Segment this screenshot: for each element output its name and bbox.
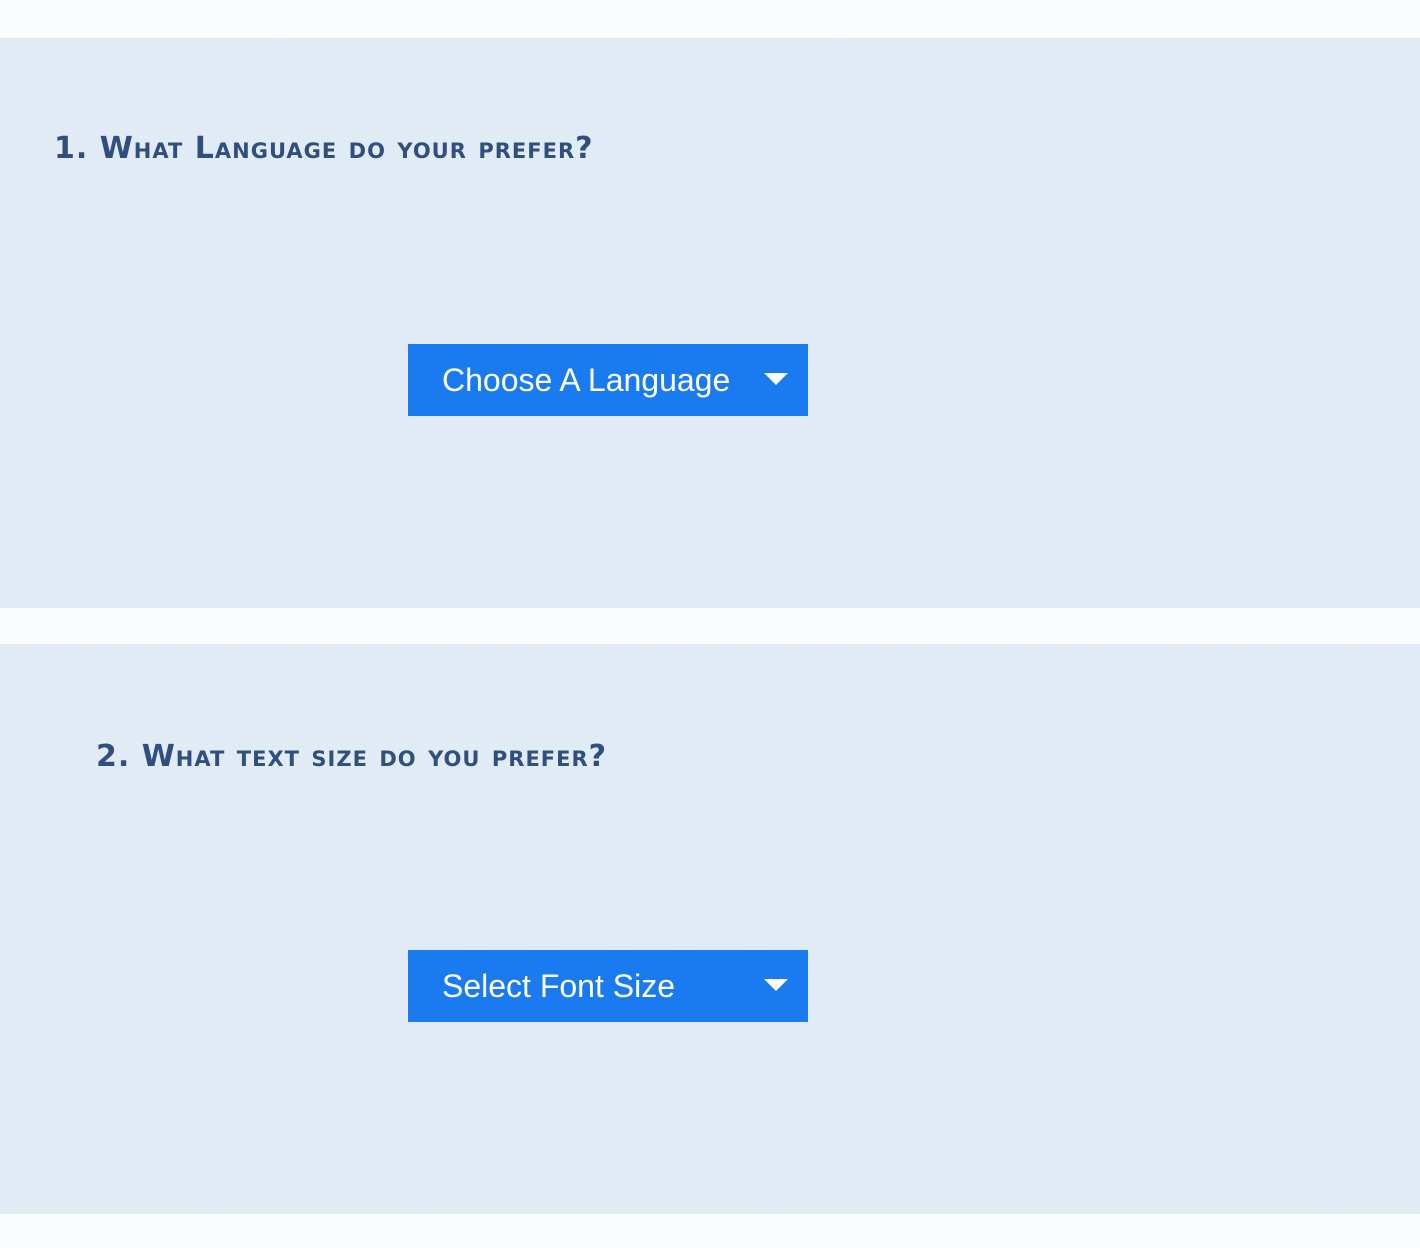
text-size-question-heading: 2. What text size do you prefer?	[96, 739, 608, 774]
caret-down-icon	[764, 373, 788, 385]
language-question-heading: 1. What Language do your prefer?	[54, 131, 594, 166]
text-size-section	[0, 644, 1420, 1214]
language-section	[0, 38, 1420, 608]
font-size-dropdown[interactable]: Select Font Size	[408, 950, 808, 1022]
font-size-dropdown-label: Select Font Size	[442, 967, 675, 1004]
language-dropdown-label: Choose A Language	[442, 361, 731, 398]
caret-down-icon	[764, 979, 788, 991]
language-dropdown[interactable]: Choose A Language	[408, 344, 808, 416]
